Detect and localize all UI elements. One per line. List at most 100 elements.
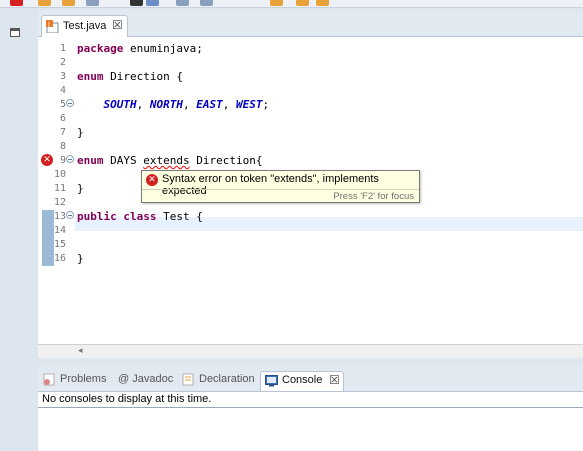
line-number: 16 bbox=[53, 253, 66, 264]
code-line[interactable]: 7} bbox=[38, 126, 583, 140]
code-line[interactable]: 1 package enuminjava; bbox=[38, 42, 583, 56]
declaration-icon bbox=[182, 373, 194, 386]
tab-label: Declaration bbox=[199, 373, 255, 385]
eclipse-window: J Test.java ☒ 1 package enuminjava; 2 3 enum… bbox=[0, 0, 583, 451]
line-number: 3 bbox=[59, 71, 66, 82]
tab-javadoc[interactable]: @ Javadoc bbox=[118, 371, 180, 391]
panel-tab-bar: Problems @ Javadoc Declaration Console ☒ bbox=[38, 366, 583, 392]
tab-problems[interactable]: Problems bbox=[43, 371, 115, 391]
code-line[interactable]: ✕ 9 enum DAYS extends Direction{ bbox=[38, 154, 583, 168]
line-number: 11 bbox=[53, 183, 66, 194]
line-number: 7 bbox=[59, 127, 66, 138]
code-token: Direction { bbox=[103, 70, 183, 83]
line-number: 14 bbox=[53, 225, 66, 236]
new-icon[interactable] bbox=[38, 0, 51, 6]
code-text: enum Direction { bbox=[77, 70, 183, 84]
left-trim-stack bbox=[0, 8, 38, 451]
code-line[interactable]: 15 bbox=[38, 238, 583, 252]
line-number: 10 bbox=[53, 169, 66, 180]
line-number: 15 bbox=[53, 239, 66, 250]
line-number: 9 bbox=[59, 155, 66, 166]
console-divider bbox=[38, 407, 583, 408]
code-token: public bbox=[77, 210, 117, 223]
problems-icon bbox=[43, 373, 55, 386]
code-token: ; bbox=[262, 98, 270, 111]
line-number: 8 bbox=[59, 141, 66, 152]
tab-label: Test.java bbox=[63, 20, 107, 32]
code-token: enum bbox=[77, 70, 104, 83]
fold-toggle-icon[interactable] bbox=[66, 211, 74, 219]
code-line[interactable]: 13 public class Test { bbox=[38, 210, 583, 224]
code-token: , bbox=[183, 98, 197, 111]
code-line[interactable]: 16} bbox=[38, 252, 583, 266]
main-toolbar bbox=[0, 0, 583, 8]
svg-text:J: J bbox=[47, 21, 50, 28]
code-token: } bbox=[77, 126, 84, 139]
line-number: 13 bbox=[53, 211, 66, 222]
code-token: DAYS bbox=[103, 154, 144, 167]
tab-declaration[interactable]: Declaration bbox=[182, 371, 262, 391]
nav-icon[interactable] bbox=[316, 0, 329, 6]
build-icon[interactable] bbox=[200, 0, 213, 6]
line-number: 4 bbox=[59, 85, 66, 96]
code-text: } bbox=[77, 182, 84, 196]
code-line[interactable]: 5 SOUTH, NORTH, EAST, WEST; bbox=[38, 98, 583, 112]
code-token: Test { bbox=[156, 210, 203, 223]
line-number: 2 bbox=[59, 57, 66, 68]
code-token: enuminjava; bbox=[123, 42, 203, 55]
code-token: , bbox=[222, 98, 236, 111]
code-line[interactable]: 14 bbox=[38, 224, 583, 238]
close-icon[interactable]: ☒ bbox=[112, 18, 123, 32]
code-token: WEST bbox=[236, 98, 263, 111]
stop-icon[interactable] bbox=[10, 0, 23, 6]
line-number: 12 bbox=[53, 197, 66, 208]
tooltip-divider bbox=[142, 189, 419, 190]
editor-tab-bar: J Test.java ☒ bbox=[38, 10, 583, 37]
tab-test-java[interactable]: J Test.java ☒ bbox=[41, 15, 128, 37]
code-token: } bbox=[77, 182, 84, 195]
code-token: package bbox=[77, 42, 124, 55]
error-tooltip: ✕ Syntax error on token "extends", imple… bbox=[141, 170, 420, 203]
horizontal-scrollbar[interactable]: ◂ bbox=[38, 344, 583, 358]
code-text: } bbox=[77, 126, 84, 140]
code-text: SOUTH, NORTH, EAST, WEST; bbox=[77, 98, 270, 112]
tab-label: Problems bbox=[60, 373, 107, 385]
code-token: SOUTH bbox=[103, 98, 137, 111]
save-icon[interactable] bbox=[86, 0, 99, 6]
back-icon[interactable] bbox=[296, 0, 309, 6]
restore-view-icon[interactable] bbox=[10, 28, 20, 37]
code-token: enum bbox=[77, 154, 104, 167]
code-line[interactable]: 8 bbox=[38, 140, 583, 154]
run-icon[interactable] bbox=[130, 0, 143, 6]
fold-toggle-icon[interactable] bbox=[66, 99, 74, 107]
console-message: No consoles to display at this time. bbox=[42, 393, 212, 405]
code-token: EAST bbox=[196, 98, 223, 111]
console-icon bbox=[265, 375, 278, 387]
search-icon[interactable] bbox=[176, 0, 189, 6]
line-number: 6 bbox=[59, 113, 66, 124]
open-icon[interactable] bbox=[62, 0, 75, 6]
tab-label: Console bbox=[282, 374, 323, 386]
console-panel: No consoles to display at this time. bbox=[38, 392, 583, 451]
debug-icon[interactable] bbox=[146, 0, 159, 6]
forward-icon[interactable] bbox=[270, 0, 283, 6]
code-text: package enuminjava; bbox=[77, 42, 203, 56]
tab-console[interactable]: Console ☒ bbox=[260, 371, 344, 391]
code-line[interactable]: 4 bbox=[38, 84, 583, 98]
code-text: enum DAYS extends Direction{ bbox=[77, 154, 262, 168]
code-token: , bbox=[136, 98, 150, 111]
scroll-left-icon[interactable]: ◂ bbox=[78, 346, 83, 356]
tab-label: @ Javadoc bbox=[118, 373, 174, 385]
code-line[interactable]: 3 enum Direction { bbox=[38, 70, 583, 84]
close-icon[interactable]: ☒ bbox=[329, 373, 340, 387]
code-token: Direction{ bbox=[189, 154, 263, 167]
fold-toggle-icon[interactable] bbox=[66, 155, 74, 163]
code-line[interactable]: 2 bbox=[38, 56, 583, 70]
error-icon: ✕ bbox=[146, 174, 158, 186]
code-token: class bbox=[123, 210, 157, 223]
code-line[interactable]: 6 bbox=[38, 112, 583, 126]
code-token: NORTH bbox=[149, 98, 183, 111]
code-text: } bbox=[77, 252, 84, 266]
code-text: public class Test { bbox=[77, 210, 203, 224]
